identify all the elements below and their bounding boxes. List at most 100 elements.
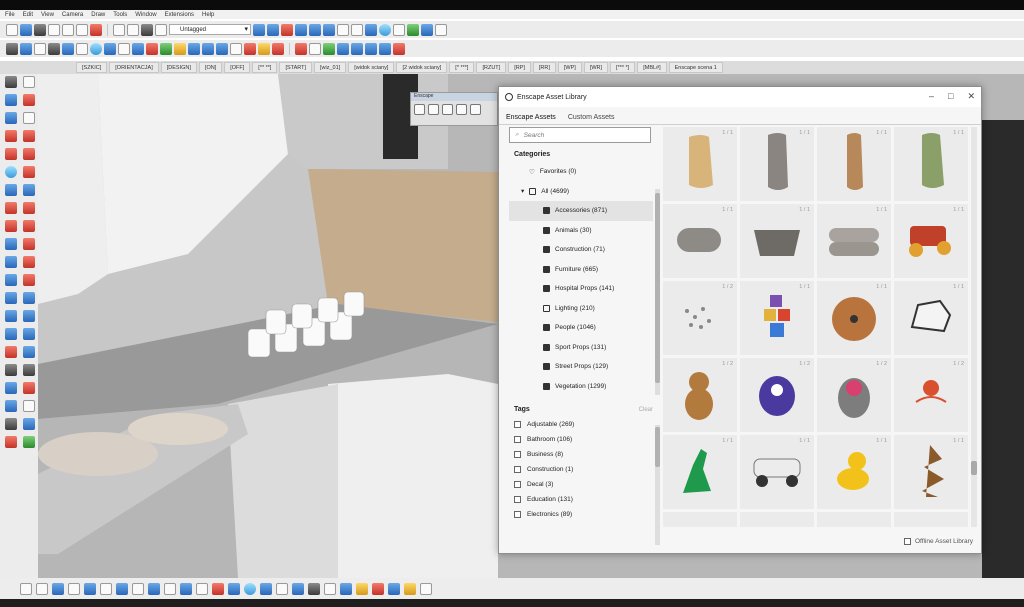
mirror-icon[interactable]	[228, 582, 240, 595]
menu-file[interactable]: File	[5, 12, 15, 18]
enscape-add-icon[interactable]	[456, 104, 467, 115]
iso-view-icon[interactable]	[253, 23, 265, 36]
railing-icon[interactable]	[148, 582, 160, 595]
walk-icon[interactable]	[337, 42, 349, 55]
array-icon[interactable]	[260, 582, 272, 595]
front-view-icon[interactable]	[281, 23, 293, 36]
door-icon[interactable]	[36, 582, 48, 595]
slab-icon[interactable]	[116, 582, 128, 595]
asset-grid-scroll-thumb[interactable]	[971, 461, 977, 475]
clear-tags-button[interactable]: Clear	[639, 407, 653, 413]
3d-text-icon[interactable]	[23, 292, 35, 304]
copy-icon[interactable]	[62, 23, 74, 36]
beam-icon[interactable]	[100, 582, 112, 595]
rotate-icon[interactable]	[5, 238, 17, 250]
wireframe-icon[interactable]	[351, 23, 363, 36]
paste-icon[interactable]	[76, 23, 88, 36]
rotated-rectangle-icon[interactable]	[23, 148, 35, 160]
component-icon[interactable]	[20, 42, 32, 55]
menu-tools[interactable]: Tools	[113, 12, 127, 18]
asset-tile[interactable]: 1 / 1	[817, 127, 891, 201]
layout-icon[interactable]	[407, 23, 419, 36]
close-icon[interactable]: ✕	[967, 91, 975, 102]
offline-library-toggle[interactable]: Offline Asset Library	[903, 538, 973, 545]
asset-tile[interactable]: 1 / 1	[894, 281, 968, 355]
orbit-icon[interactable]	[5, 310, 17, 322]
warehouse-icon[interactable]	[379, 23, 391, 36]
asset-tile[interactable]: 1 / 1	[894, 204, 968, 278]
menu-view[interactable]: View	[41, 12, 54, 18]
asset-tile[interactable]: 1 / 1	[817, 281, 891, 355]
menu-window[interactable]: Window	[135, 12, 156, 18]
extension-icon[interactable]	[393, 23, 405, 36]
asset-tile[interactable]	[740, 512, 814, 527]
push-pull-icon[interactable]	[5, 202, 17, 214]
categories-scroll-thumb[interactable]	[655, 193, 660, 383]
scene-tab[interactable]: [2 widok sciany]	[396, 62, 448, 73]
offset-icon[interactable]	[23, 238, 35, 250]
tag-construction[interactable]: Construction (1)	[509, 462, 653, 477]
tag-checkbox[interactable]	[514, 466, 521, 473]
asset-tile[interactable]: 1 / 1	[740, 435, 814, 509]
category-sport-props[interactable]: Sport Props (131)	[509, 338, 653, 358]
tag-business[interactable]: Business (8)	[509, 447, 653, 462]
protractor-icon[interactable]	[5, 274, 17, 286]
minimize-icon[interactable]: –	[929, 91, 934, 102]
edge-icon[interactable]	[132, 42, 144, 55]
circle-icon[interactable]	[5, 166, 17, 178]
print-icon[interactable]	[141, 23, 153, 36]
scene-tab[interactable]: [MBL#]	[637, 62, 667, 73]
sandbox-icon[interactable]	[23, 400, 35, 412]
scene-tab[interactable]: [WP]	[557, 62, 582, 73]
dimension-tool-icon[interactable]	[388, 582, 400, 595]
select-icon[interactable]	[5, 76, 17, 88]
scene-tab[interactable]: [ON]	[198, 62, 223, 73]
water-drop-icon[interactable]	[188, 42, 200, 55]
categories-scrollbar[interactable]	[655, 189, 660, 395]
solid-icon[interactable]	[48, 42, 60, 55]
asset-icon[interactable]	[393, 42, 405, 55]
xray-icon[interactable]	[337, 23, 349, 36]
category-construction[interactable]: Construction (71)	[509, 240, 653, 260]
style-icon[interactable]	[421, 23, 433, 36]
tab-enscape-assets[interactable]: Enscape Assets	[503, 114, 559, 124]
tag-checkbox[interactable]	[514, 421, 521, 428]
arc-icon[interactable]	[5, 184, 17, 196]
tag-checkbox[interactable]	[514, 481, 521, 488]
follow-me-icon[interactable]	[23, 202, 35, 214]
tag-checkbox[interactable]	[514, 496, 521, 503]
pan-icon[interactable]	[365, 42, 377, 55]
tag-checkbox[interactable]	[514, 511, 521, 518]
record-icon[interactable]	[295, 42, 307, 55]
blank-tool-icon[interactable]	[420, 582, 432, 595]
redo-icon[interactable]	[127, 23, 139, 36]
category-favorites[interactable]: ♡ Favorites (0)	[509, 162, 653, 182]
render-icon[interactable]	[244, 42, 256, 55]
scene-tab[interactable]: [SZKIC]	[76, 62, 108, 73]
menu-edit[interactable]: Edit	[23, 12, 33, 18]
asset-tile[interactable]	[894, 512, 968, 527]
position-camera-icon[interactable]	[5, 364, 17, 376]
eraser-icon[interactable]	[23, 94, 35, 106]
left-view-icon[interactable]	[323, 23, 335, 36]
polygon-icon[interactable]	[23, 166, 35, 178]
save-icon[interactable]	[34, 23, 46, 36]
orbit-icon[interactable]	[351, 42, 363, 55]
flip-icon[interactable]	[340, 582, 352, 595]
scene-tab[interactable]: [*** *]	[610, 62, 636, 73]
top-view-icon[interactable]	[267, 23, 279, 36]
scene-tab[interactable]: [OFF]	[224, 62, 251, 73]
profile-icon[interactable]	[164, 582, 176, 595]
category-all[interactable]: ▾ All (4699)	[509, 182, 653, 202]
tape-measure-icon[interactable]	[5, 256, 17, 268]
category-people[interactable]: People (1046)	[509, 318, 653, 338]
walk-icon[interactable]	[23, 364, 35, 376]
fog-icon[interactable]	[160, 42, 172, 55]
water-drop-3-icon[interactable]	[216, 42, 228, 55]
move-icon[interactable]	[5, 220, 17, 232]
right-view-icon[interactable]	[295, 23, 307, 36]
scene-tab[interactable]: [WR]	[583, 62, 609, 73]
settings-icon[interactable]	[308, 582, 320, 595]
tag-adjustable[interactable]: Adjustable (269)	[509, 417, 653, 432]
enscape-sync-icon[interactable]	[428, 104, 439, 115]
